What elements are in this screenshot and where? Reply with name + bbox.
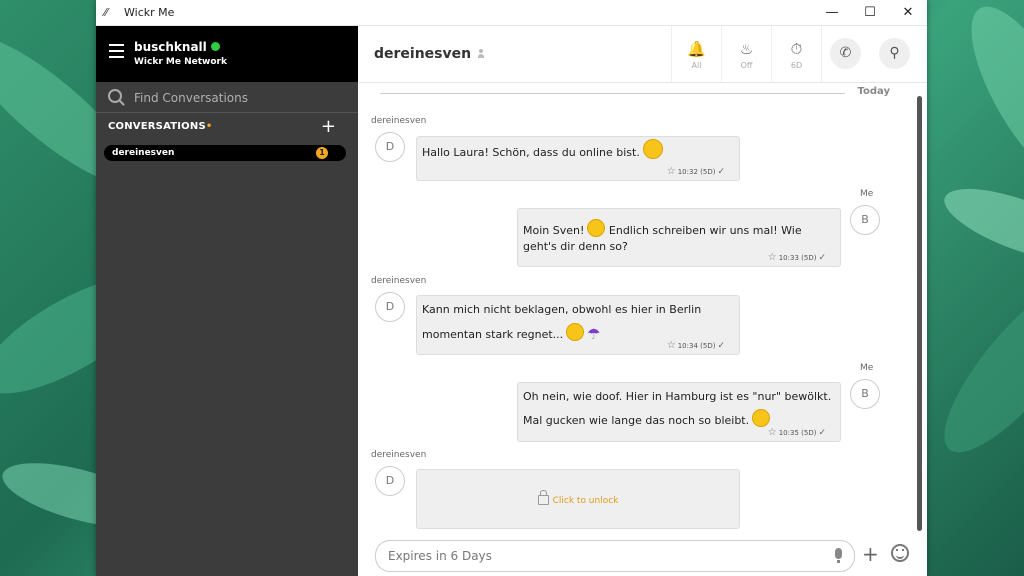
message-sender: dereinesven xyxy=(371,276,427,286)
message-bubble[interactable]: Moin Sven! Endlich schreiben wir uns mal… xyxy=(517,208,841,267)
avatar[interactable]: D xyxy=(375,292,405,322)
phone-icon: ✆ xyxy=(839,45,852,61)
avatar[interactable]: B xyxy=(850,379,880,409)
conversation-name: dereinesven xyxy=(112,148,175,158)
check-icon: ✓ xyxy=(818,428,826,438)
app-window: ⁄⁄ Wickr Me — ☐ ✕ buschknall Wickr Me Ne… xyxy=(96,0,927,576)
call-button[interactable]: ✆ xyxy=(830,38,861,69)
star-icon[interactable]: ☆ xyxy=(667,166,676,177)
message-bubble[interactable]: Oh nein, wie doof. Hier in Hamburg ist e… xyxy=(517,382,841,442)
burn-on-read-button[interactable]: ♨ Off xyxy=(721,26,771,82)
chat-scrollbar[interactable] xyxy=(917,96,922,531)
grinning-emoji-icon xyxy=(642,139,663,159)
avatar[interactable]: D xyxy=(375,132,405,162)
minimize-button[interactable]: — xyxy=(813,0,851,25)
star-icon[interactable]: ☆ xyxy=(768,252,777,263)
avatar[interactable]: B xyxy=(850,205,880,235)
notifications-button[interactable]: 🔔 All xyxy=(671,26,721,82)
message-meta: ☆ 10:35 (5D) ✓ xyxy=(767,427,826,439)
message-sender: dereinesven xyxy=(371,116,427,126)
sidebar: buschknall Wickr Me Network CONVERSATION… xyxy=(96,26,358,576)
timer-icon: ⏱ xyxy=(790,40,803,58)
expressionless-emoji-icon xyxy=(566,323,585,341)
unlock-button[interactable]: Click to unlock xyxy=(417,490,739,512)
chat-title[interactable]: dereinesven xyxy=(374,46,485,62)
attach-button[interactable]: + xyxy=(862,542,879,566)
message-meta: ☆ 10:34 (5D) ✓ xyxy=(666,340,725,352)
network-name: Wickr Me Network xyxy=(134,57,227,67)
user-search-icon: ⚲ xyxy=(889,45,900,61)
lock-icon xyxy=(537,490,549,505)
smiling-emoji-icon xyxy=(587,219,606,237)
emoji-picker-icon[interactable] xyxy=(891,544,909,562)
conversations-title: CONVERSATIONS• xyxy=(108,121,213,132)
person-icon xyxy=(478,49,485,59)
title-bar[interactable]: ⁄⁄ Wickr Me — ☐ ✕ xyxy=(96,0,927,26)
search-icon xyxy=(108,89,122,103)
search-input[interactable] xyxy=(132,87,346,109)
message-bubble[interactable]: Hallo Laura! Schön, dass du online bist.… xyxy=(416,136,740,181)
locked-message-bubble[interactable]: Click to unlock xyxy=(416,469,740,529)
flame-icon: ♨ xyxy=(739,40,754,58)
close-button[interactable]: ✕ xyxy=(889,0,927,25)
expiration-timer-button[interactable]: ⏱ 6D xyxy=(771,26,821,82)
microphone-icon[interactable] xyxy=(835,548,842,563)
maximize-button[interactable]: ☐ xyxy=(851,0,889,25)
message-sender: Me xyxy=(860,189,874,199)
check-icon: ✓ xyxy=(717,167,725,177)
message-sender: dereinesven xyxy=(371,450,427,460)
message-meta: ☆ 10:32 (5D) ✓ xyxy=(666,166,725,178)
date-divider: Today xyxy=(380,86,890,100)
profile-header: buschknall Wickr Me Network xyxy=(96,26,358,82)
search-bar xyxy=(96,82,358,113)
star-icon[interactable]: ☆ xyxy=(768,427,777,438)
conversations-header: CONVERSATIONS• + xyxy=(96,113,358,141)
message-sender: Me xyxy=(860,363,874,373)
wickr-logo-icon: ⁄⁄ xyxy=(104,5,108,19)
window-title: Wickr Me xyxy=(124,6,175,19)
contact-search-button[interactable]: ⚲ xyxy=(879,38,910,69)
message-input[interactable] xyxy=(386,546,810,566)
chat-panel: dereinesven 🔔 All ♨ Off ⏱ 6D ✆ ⚲ Today d… xyxy=(359,26,927,576)
check-icon: ✓ xyxy=(717,341,725,351)
message-bubble[interactable]: Kann mich nicht beklagen, obwohl es hier… xyxy=(416,295,740,355)
avatar[interactable]: D xyxy=(375,466,405,496)
conversation-item[interactable]: dereinesven 1 xyxy=(104,145,346,161)
menu-icon[interactable] xyxy=(109,44,124,62)
unread-badge: 1 xyxy=(316,147,328,159)
online-status-icon xyxy=(210,42,220,51)
message-composer xyxy=(375,540,855,572)
profile-name[interactable]: buschknall xyxy=(134,40,220,54)
chat-header: dereinesven 🔔 All ♨ Off ⏱ 6D ✆ ⚲ xyxy=(359,26,927,83)
umbrella-rain-icon: ☂ xyxy=(587,325,601,343)
star-icon[interactable]: ☆ xyxy=(667,340,676,351)
add-conversation-button[interactable]: + xyxy=(321,116,336,137)
bell-icon: 🔔 xyxy=(687,40,706,58)
check-icon: ✓ xyxy=(818,253,826,263)
grimacing-emoji-icon xyxy=(752,409,771,427)
message-meta: ☆ 10:33 (5D) ✓ xyxy=(767,252,826,264)
